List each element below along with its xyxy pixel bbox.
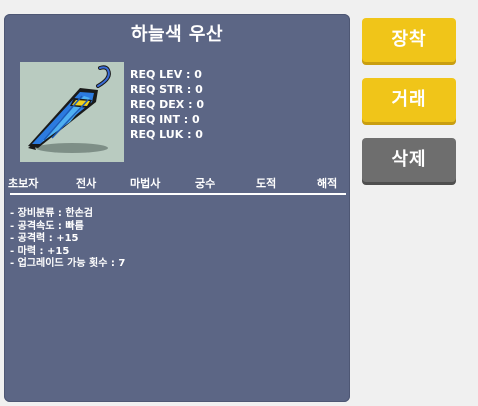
item-window: 하늘색 우산 REQ LEV: 0 REQ STR: 0 REQ DEX:… (0, 0, 478, 406)
req-luk: REQ LUK : 0 (130, 128, 203, 141)
stat-upgrades: - 업그레이드 가능 횟수 : 7 (10, 258, 126, 269)
job-list: 초보자 전사 마법사 궁수 도적 해적 (4, 175, 350, 191)
stat-magic: - 마력 : +15 (10, 245, 70, 257)
item-info-panel: 하늘색 우산 REQ LEV: 0 REQ STR: 0 REQ DEX:… (4, 14, 350, 402)
equip-button[interactable]: 장착 (362, 18, 456, 62)
job-magician: 마법사 (130, 177, 161, 190)
job-beginner: 초보자 (8, 177, 39, 190)
req-int: REQ INT : 0 (130, 113, 200, 126)
job-warrior: 전사 (76, 177, 97, 190)
job-thief: 도적 (256, 177, 277, 190)
stat-attack-speed: - 공격속도 : 빠름 (10, 220, 84, 232)
requirements-list: REQ LEV : 0 REQ STR : 0 REQ DEX : 0 REQ … (130, 67, 204, 142)
job-bowman: 궁수 (195, 177, 216, 190)
job-pirate: 해적 (317, 177, 338, 190)
blue-umbrella-icon (28, 65, 111, 153)
trade-button[interactable]: 거래 (362, 78, 456, 122)
req-str: REQ STR : 0 (130, 83, 203, 96)
item-stats: - 장비분류 : 한손검 - 공격속도 : 빠름 - 공격력 : +15 - 마… (10, 208, 125, 271)
req-lev: REQ LEV : 0 (130, 68, 202, 81)
stat-attack: - 공격력 : +15 (10, 233, 79, 244)
req-dex: REQ DEX : 0 (130, 98, 205, 111)
divider (10, 193, 346, 195)
delete-button[interactable]: 삭제 (362, 138, 456, 182)
item-name: 하늘색 우산 (130, 24, 224, 45)
stat-category: - 장비분류 : 한손검 (10, 208, 93, 219)
item-icon-frame (20, 62, 124, 162)
